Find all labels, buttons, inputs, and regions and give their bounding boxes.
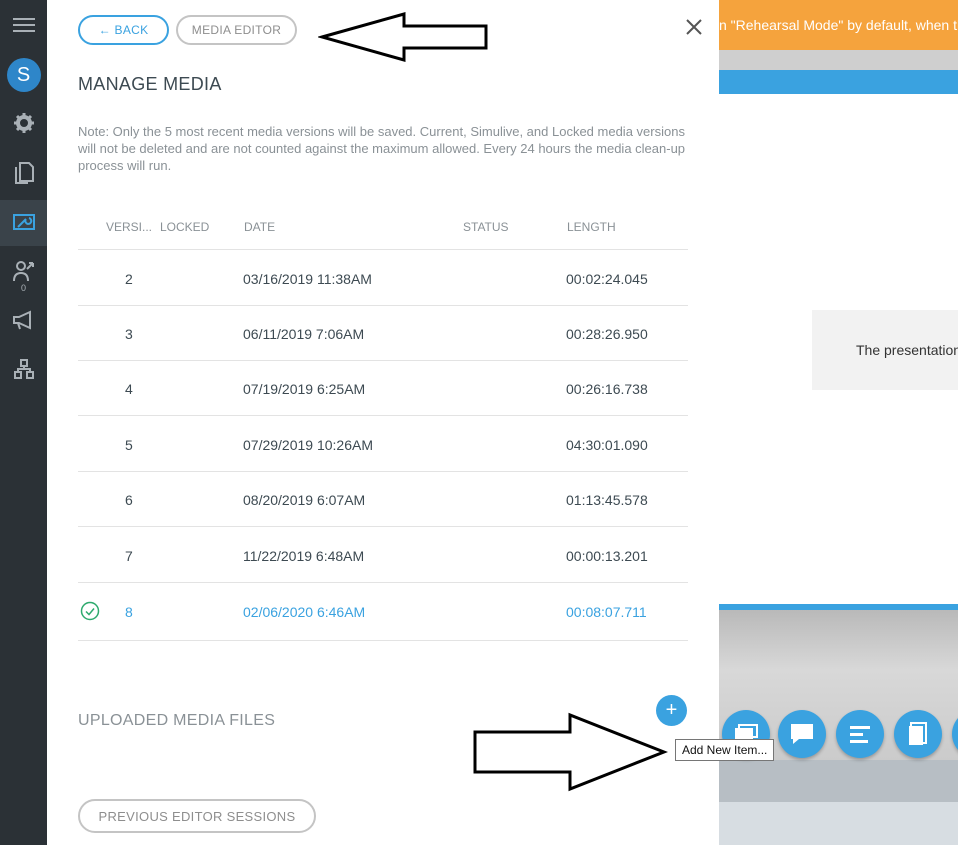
table-row[interactable]: 2 03/16/2019 11:38AM 00:02:24.045 — [78, 251, 688, 306]
menu-button[interactable] — [0, 2, 47, 48]
row-length: 01:13:45.578 — [566, 492, 648, 508]
row-version: 3 — [125, 326, 133, 342]
uploaded-media-title: UPLOADED MEDIA FILES — [78, 712, 276, 729]
row-date: 08/20/2019 6:07AM — [243, 492, 366, 508]
settings-button[interactable] — [0, 100, 47, 146]
row-version: 6 — [125, 492, 133, 508]
row-date: 03/16/2019 11:38AM — [243, 271, 372, 287]
toolbar-band — [719, 760, 958, 802]
add-item-tooltip: Add New Item... — [675, 739, 774, 761]
page-title: MANAGE MEDIA — [78, 74, 222, 94]
col-date[interactable]: DATE — [244, 220, 275, 234]
content-button[interactable] — [0, 150, 47, 196]
back-button[interactable]: ← BACK — [78, 15, 169, 45]
col-locked[interactable]: LOCKED — [160, 220, 209, 234]
row-date: 02/06/2020 6:46AM — [243, 604, 366, 620]
retention-note: Note: Only the 5 most recent media versi… — [78, 124, 686, 173]
row-length: 00:26:16.738 — [566, 381, 648, 397]
table-row[interactable]: 3 06/11/2019 7:06AM 00:28:26.950 — [78, 306, 688, 361]
chat-tool-button[interactable] — [778, 710, 826, 758]
presenters-count: 0 — [20, 283, 26, 293]
document-icon — [909, 722, 927, 745]
agenda-tool-button[interactable] — [836, 710, 884, 758]
row-date: 11/22/2019 6:48AM — [243, 548, 365, 564]
list-icon — [850, 726, 870, 743]
row-version: 7 — [125, 548, 133, 564]
check-circle-icon — [80, 601, 100, 621]
table-row-current[interactable]: 8 02/06/2020 6:46AM 00:08:07.711 — [78, 584, 688, 641]
mode-banner: n "Rehearsal Mode" by default, when th — [719, 0, 958, 50]
media-editor-button[interactable]: MEDIA EDITOR — [176, 15, 297, 45]
bottom-band — [719, 802, 958, 845]
row-length: 04:30:01.090 — [566, 437, 648, 453]
row-length: 00:28:26.950 — [566, 326, 648, 342]
previous-editor-sessions-button[interactable]: PREVIOUS EDITOR SESSIONS — [78, 799, 316, 833]
media-tools-button[interactable] — [0, 200, 47, 246]
presenter-icon — [12, 261, 34, 282]
annotation-arrow-right — [473, 712, 668, 792]
profile-button[interactable]: S — [0, 52, 47, 98]
documents-tool-button[interactable] — [894, 710, 942, 758]
row-version: 8 — [125, 604, 133, 620]
table-row[interactable]: 5 07/29/2019 10:26AM 04:30:01.090 — [78, 417, 688, 472]
col-status[interactable]: STATUS — [463, 220, 509, 234]
wrench-screen-icon — [12, 214, 35, 230]
stage-top — [719, 50, 958, 70]
left-nav-rail: S 0 — [0, 0, 47, 845]
row-date: 06/11/2019 7:06AM — [243, 326, 365, 342]
annotation-arrow-left — [318, 12, 488, 62]
col-length[interactable]: LENGTH — [567, 220, 616, 234]
slide-header-strip — [719, 70, 958, 94]
row-date: 07/29/2019 10:26AM — [243, 437, 373, 453]
slide-text-box: The presentation — [812, 310, 958, 390]
row-version: 2 — [125, 271, 133, 287]
announcements-button[interactable] — [0, 297, 47, 343]
col-version[interactable]: VERSI... — [106, 220, 152, 234]
hamburger-icon — [12, 18, 35, 32]
chat-icon — [791, 724, 813, 744]
network-icon — [13, 359, 34, 379]
table-row[interactable]: 7 11/22/2019 6:48AM 00:00:13.201 — [78, 528, 688, 583]
row-version: 4 — [125, 381, 133, 397]
pages-icon — [14, 162, 34, 184]
table-row[interactable]: 6 08/20/2019 6:07AM 01:13:45.578 — [78, 472, 688, 527]
avatar: S — [6, 58, 41, 92]
gear-icon — [13, 113, 34, 133]
table-row[interactable]: 4 07/19/2019 6:25AM 00:26:16.738 — [78, 361, 688, 416]
row-length: 00:02:24.045 — [566, 271, 648, 287]
row-length: 00:08:07.711 — [566, 604, 647, 620]
row-version: 5 — [125, 437, 133, 453]
row-length: 00:00:13.201 — [566, 548, 648, 564]
row-date: 07/19/2019 6:25AM — [243, 381, 366, 397]
integrations-button[interactable] — [0, 346, 47, 392]
megaphone-icon — [12, 310, 31, 330]
close-icon[interactable] — [684, 17, 704, 37]
table-header: VERSI... LOCKED DATE STATUS LENGTH — [78, 210, 688, 250]
